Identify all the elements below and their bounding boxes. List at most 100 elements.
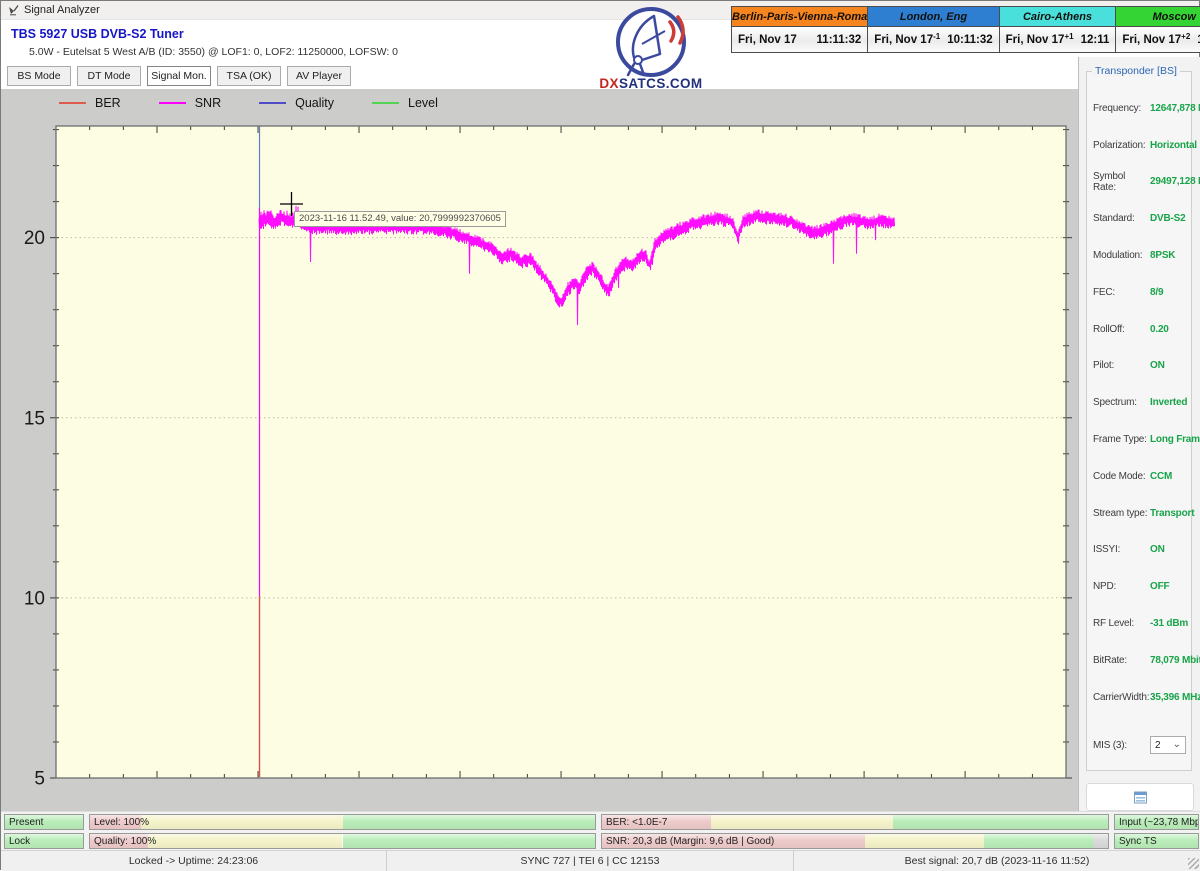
snr-chart[interactable]: 5101520 bbox=[1, 89, 1078, 811]
bar-label: Present bbox=[9, 817, 43, 828]
tab-av-player[interactable]: AV Player bbox=[287, 66, 351, 86]
bar-lock: Lock bbox=[4, 833, 84, 849]
bar-present: Present bbox=[4, 814, 84, 830]
bar-segment-green bbox=[343, 834, 596, 848]
clock-time-value: 10:11:32 bbox=[947, 34, 992, 46]
tp-row-symbol-rate: Symbol Rate:29497,128 KS/s bbox=[1093, 164, 1189, 201]
tp-value: 78,079 Mbit/s bbox=[1150, 655, 1200, 666]
legend-item-ber: BER bbox=[59, 96, 121, 110]
bar-ber-1-0e-7: BER: <1.0E-7 bbox=[601, 814, 1109, 830]
transponder-groupbox: Transponder [BS] Frequency:12647,878 MHz… bbox=[1086, 71, 1192, 771]
chart-legend: BER SNR Quality Level bbox=[59, 96, 476, 110]
logo-text-rest: SATCS.COM bbox=[619, 76, 703, 91]
legend-label: Quality bbox=[295, 96, 334, 110]
tp-row-npd: NPD:OFF bbox=[1093, 568, 1189, 605]
tp-label: NPD: bbox=[1093, 581, 1150, 592]
tp-row-spectrum: Spectrum:Inverted bbox=[1093, 384, 1189, 421]
dxsatcs-logo: DXSATCS.COM bbox=[598, 4, 704, 98]
table-icon bbox=[1133, 791, 1148, 804]
tp-value: Long Frame bbox=[1150, 434, 1200, 445]
tab-tsa-ok[interactable]: TSA (OK) bbox=[217, 66, 281, 86]
panel-action-button[interactable] bbox=[1086, 783, 1194, 811]
clock-city-label: Berlin-Paris-Vienna-Roma bbox=[732, 7, 867, 27]
tp-label: Symbol Rate: bbox=[1093, 171, 1150, 193]
tp-label: ISSYI: bbox=[1093, 544, 1150, 555]
bar-label: BER: <1.0E-7 bbox=[606, 817, 667, 828]
bar-segment-yellow bbox=[865, 834, 984, 848]
tp-row-stream-type: Stream type:Transport bbox=[1093, 495, 1189, 532]
chart-tooltip: 2023-11-16 11.52.49, value: 20,799999237… bbox=[294, 211, 506, 227]
tp-label: Frame Type: bbox=[1093, 434, 1150, 445]
tp-value: DVB-S2 bbox=[1150, 213, 1185, 224]
clock-date: Fri, Nov 17 bbox=[874, 34, 933, 46]
bar-label: Level: 100% bbox=[94, 817, 149, 828]
tp-row-fec: FEC:8/9 bbox=[1093, 274, 1189, 311]
resize-grip[interactable] bbox=[1188, 858, 1199, 869]
tp-value: -31 dBm bbox=[1150, 618, 1188, 629]
world-clocks: Berlin-Paris-Vienna-RomaFri, Nov 1711:11… bbox=[731, 6, 1200, 53]
legend-line-swatch bbox=[372, 102, 399, 104]
clock-date: Fri, Nov 17 bbox=[738, 34, 797, 46]
clock-time-row: Fri, Nov 17+112:11 bbox=[1000, 27, 1116, 52]
mis-label: MIS (3): bbox=[1093, 740, 1150, 751]
satellite-dish-logo-icon bbox=[598, 4, 704, 78]
bar-input-23-78-mbps: Input (~23,78 Mbps) bbox=[1114, 814, 1199, 830]
bar-segment-yellow bbox=[711, 815, 893, 829]
bar-label: SNR: 20,3 dB (Margin: 9,6 dB | Good) bbox=[606, 836, 774, 847]
clock-city-label: Moscow bbox=[1116, 7, 1200, 27]
svg-text:5: 5 bbox=[34, 769, 45, 790]
signal-analyzer-window: Signal Analyzer TBS 5927 USB DVB-S2 Tune… bbox=[0, 0, 1200, 870]
tp-value: ON bbox=[1150, 360, 1165, 371]
legend-line-swatch bbox=[59, 102, 86, 104]
legend-item-level: Level bbox=[372, 96, 438, 110]
svg-text:10: 10 bbox=[24, 588, 45, 609]
clock-date: Fri, Nov 17 bbox=[1122, 34, 1181, 46]
status-sync-counters: SYNC 727 | TEI 6 | CC 12153 bbox=[387, 851, 794, 871]
mode-tabs: BS Mode DT Mode Signal Mon. TSA (OK) AV Play… bbox=[7, 66, 351, 86]
bar-segment-green bbox=[343, 815, 596, 829]
tab-bs-mode[interactable]: BS Mode bbox=[7, 66, 71, 86]
clock-utc-offset: +2 bbox=[1181, 32, 1190, 41]
mis-row: MIS (3): 2 ⌄ bbox=[1093, 736, 1186, 754]
clock-time-row: Fri, Nov 17+213:11 bbox=[1116, 27, 1200, 52]
tp-label: BitRate: bbox=[1093, 655, 1150, 666]
tp-value: Horizontal bbox=[1150, 140, 1197, 151]
tp-label: FEC: bbox=[1093, 287, 1150, 298]
svg-text:15: 15 bbox=[24, 408, 45, 429]
bar-label: Lock bbox=[9, 836, 30, 847]
tp-value: 0.20 bbox=[1150, 324, 1169, 335]
bar-level-100: Level: 100% bbox=[89, 814, 596, 830]
tp-value: 29497,128 KS/s bbox=[1150, 176, 1200, 187]
clock-city-label: London, Eng bbox=[868, 7, 998, 27]
legend-label: Level bbox=[408, 96, 438, 110]
tp-label: Stream type: bbox=[1093, 508, 1150, 519]
statusbar: Locked -> Uptime: 24:23:06 SYNC 727 | TE… bbox=[1, 850, 1200, 871]
tab-signal-mon[interactable]: Signal Mon. bbox=[147, 66, 211, 86]
tuner-subtitle: 5.0W - Eutelsat 5 West A/B (ID: 3550) @ … bbox=[29, 46, 398, 58]
tuner-title: TBS 5927 USB DVB-S2 Tuner bbox=[11, 27, 184, 41]
bar-segment-yellow bbox=[148, 834, 342, 848]
bar-segment-yellow bbox=[141, 815, 343, 829]
tp-value: Transport bbox=[1150, 508, 1194, 519]
legend-item-snr: SNR bbox=[159, 96, 221, 110]
tp-row-pilot: Pilot:ON bbox=[1093, 348, 1189, 385]
tp-label: Standard: bbox=[1093, 213, 1150, 224]
tab-dt-mode[interactable]: DT Mode bbox=[77, 66, 141, 86]
signal-bars: Present Level: 100% BER: <1.0E-7 Input (~23… bbox=[1, 811, 1200, 850]
clock-london-eng: London, EngFri, Nov 17-110:11:32 bbox=[867, 7, 998, 52]
transponder-groupbox-title: Transponder [BS] bbox=[1092, 65, 1180, 77]
tp-row-frequency: Frequency:12647,878 MHz bbox=[1093, 90, 1189, 127]
chart-panel: BERSNRQualityLevel 5101520 2023-11-16 11… bbox=[1, 89, 1078, 811]
tp-label: Modulation: bbox=[1093, 250, 1150, 261]
window-title: Signal Analyzer bbox=[24, 4, 100, 16]
mis-select[interactable]: 2 ⌄ bbox=[1150, 736, 1186, 754]
chevron-down-icon: ⌄ bbox=[1173, 742, 1181, 748]
tp-label: RF Level: bbox=[1093, 618, 1150, 629]
transponder-rows: Frequency:12647,878 MHzPolarization:Hori… bbox=[1093, 90, 1189, 716]
tp-value: 8/9 bbox=[1150, 287, 1163, 298]
clock-moscow: MoscowFri, Nov 17+213:11 bbox=[1115, 7, 1200, 52]
clock-time-row: Fri, Nov 1711:11:32 bbox=[732, 27, 867, 52]
logo-text-dx: DX bbox=[599, 76, 619, 91]
tp-value: 12647,878 MHz bbox=[1150, 103, 1200, 114]
tp-label: CarrierWidth: bbox=[1093, 692, 1150, 703]
